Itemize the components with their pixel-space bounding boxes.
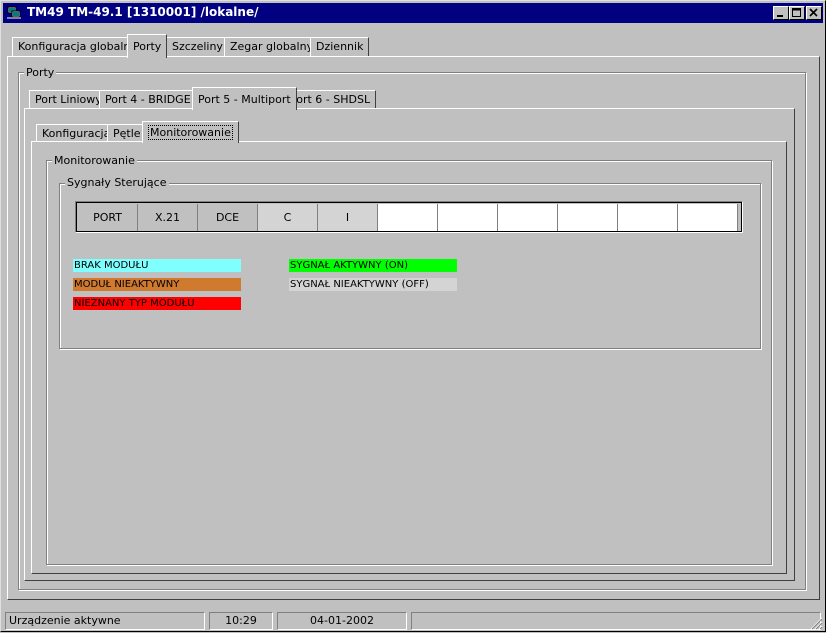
legend-no-module: BRAK MODUŁU bbox=[73, 259, 241, 272]
tab-port-6-shdsl[interactable]: Port 6 - SHDSL bbox=[284, 90, 377, 110]
maximize-button[interactable] bbox=[789, 6, 805, 20]
legend-unknown-module: NIEZNANY TYP MODUŁU bbox=[73, 297, 241, 310]
signal-cell bbox=[558, 204, 618, 231]
signal-cell: X.21 bbox=[138, 204, 198, 231]
status-empty-panel bbox=[411, 612, 821, 630]
main-window: TM49 TM-49.1 [1310001] /lokalne/ Konfigu… bbox=[0, 0, 826, 632]
tab-label: Port 6 - SHDSL bbox=[290, 93, 371, 106]
tab-label: Dziennik bbox=[316, 40, 364, 53]
signal-cell bbox=[438, 204, 498, 231]
tab-port-4-bridge[interactable]: Port 4 - BRIDGE bbox=[99, 90, 197, 110]
tab-port-5-multiport[interactable]: Port 5 - Multiport bbox=[192, 87, 297, 110]
tab-port-liniowy[interactable]: Port Liniowy bbox=[29, 90, 108, 110]
tab-label: Konfiguracja bbox=[42, 127, 111, 140]
tab-label: Zegar globalny bbox=[230, 40, 314, 53]
signal-cell: PORT bbox=[78, 204, 138, 231]
tab-label: Porty bbox=[133, 40, 162, 53]
resize-grip-icon[interactable] bbox=[807, 614, 823, 630]
tab-monitorowanie[interactable]: Monitorowanie bbox=[142, 121, 239, 143]
tab-label: Konfiguracja globalna bbox=[18, 40, 138, 53]
tab-label: Pętle bbox=[113, 127, 141, 140]
tab-porty[interactable]: Porty bbox=[127, 34, 168, 58]
window-title: TM49 TM-49.1 [1310001] /lokalne/ bbox=[27, 5, 259, 19]
status-time: 10:29 bbox=[209, 612, 273, 630]
tab-label: Port Liniowy bbox=[35, 93, 102, 106]
signal-cell bbox=[678, 204, 738, 231]
port-tab-panel: Konfiguracja Pętle Monitorowanie Monitor… bbox=[24, 108, 795, 581]
signal-cell bbox=[618, 204, 678, 231]
signal-row: PORT X.21 DCE C I bbox=[75, 201, 743, 233]
signal-cell: I bbox=[318, 204, 378, 231]
network-computer-icon bbox=[7, 6, 21, 19]
signal-row-inner: PORT X.21 DCE C I bbox=[76, 202, 742, 232]
tab-label: Port 4 - BRIDGE bbox=[105, 93, 191, 106]
legend-signal-active: SYGNAŁ AKTYWNY (ON) bbox=[289, 259, 457, 272]
tab-label: Port 5 - Multiport bbox=[198, 93, 291, 106]
signal-cell: DCE bbox=[198, 204, 258, 231]
minimize-button[interactable] bbox=[773, 6, 789, 20]
tab-label: Szczeliny bbox=[172, 40, 223, 53]
title-bar[interactable]: TM49 TM-49.1 [1310001] /lokalne/ bbox=[3, 3, 823, 23]
signal-cell bbox=[378, 204, 438, 231]
status-message: Urządzenie aktywne bbox=[5, 612, 205, 630]
signals-group-label: Sygnały Sterujące bbox=[65, 176, 169, 189]
close-button[interactable] bbox=[806, 6, 822, 20]
main-tab-panel: Porty Port Liniowy Port 4 - BRIDGE Port … bbox=[7, 56, 820, 600]
tab-szczeliny[interactable]: Szczeliny bbox=[166, 37, 229, 57]
status-date: 04-01-2002 bbox=[277, 612, 407, 630]
legend-signal-inactive: SYGNAŁ NIEAKTYWNY (OFF) bbox=[289, 278, 457, 291]
minimize-icon bbox=[777, 15, 783, 17]
tab-dziennik[interactable]: Dziennik bbox=[310, 37, 370, 57]
legend-module-inactive: MODUŁ NIEAKTYWNY bbox=[73, 278, 241, 291]
ports-group-label: Porty bbox=[24, 66, 57, 79]
signal-cell bbox=[498, 204, 558, 231]
monitoring-group-label: Monitorowanie bbox=[52, 154, 137, 167]
maximize-icon bbox=[792, 8, 801, 17]
close-icon bbox=[809, 8, 818, 17]
tab-konfiguracja-globalna[interactable]: Konfiguracja globalna bbox=[12, 37, 144, 57]
signal-cell: C bbox=[258, 204, 318, 231]
tab-label: Monitorowanie bbox=[148, 125, 233, 140]
tab-zegar-globalny[interactable]: Zegar globalny bbox=[224, 37, 320, 57]
